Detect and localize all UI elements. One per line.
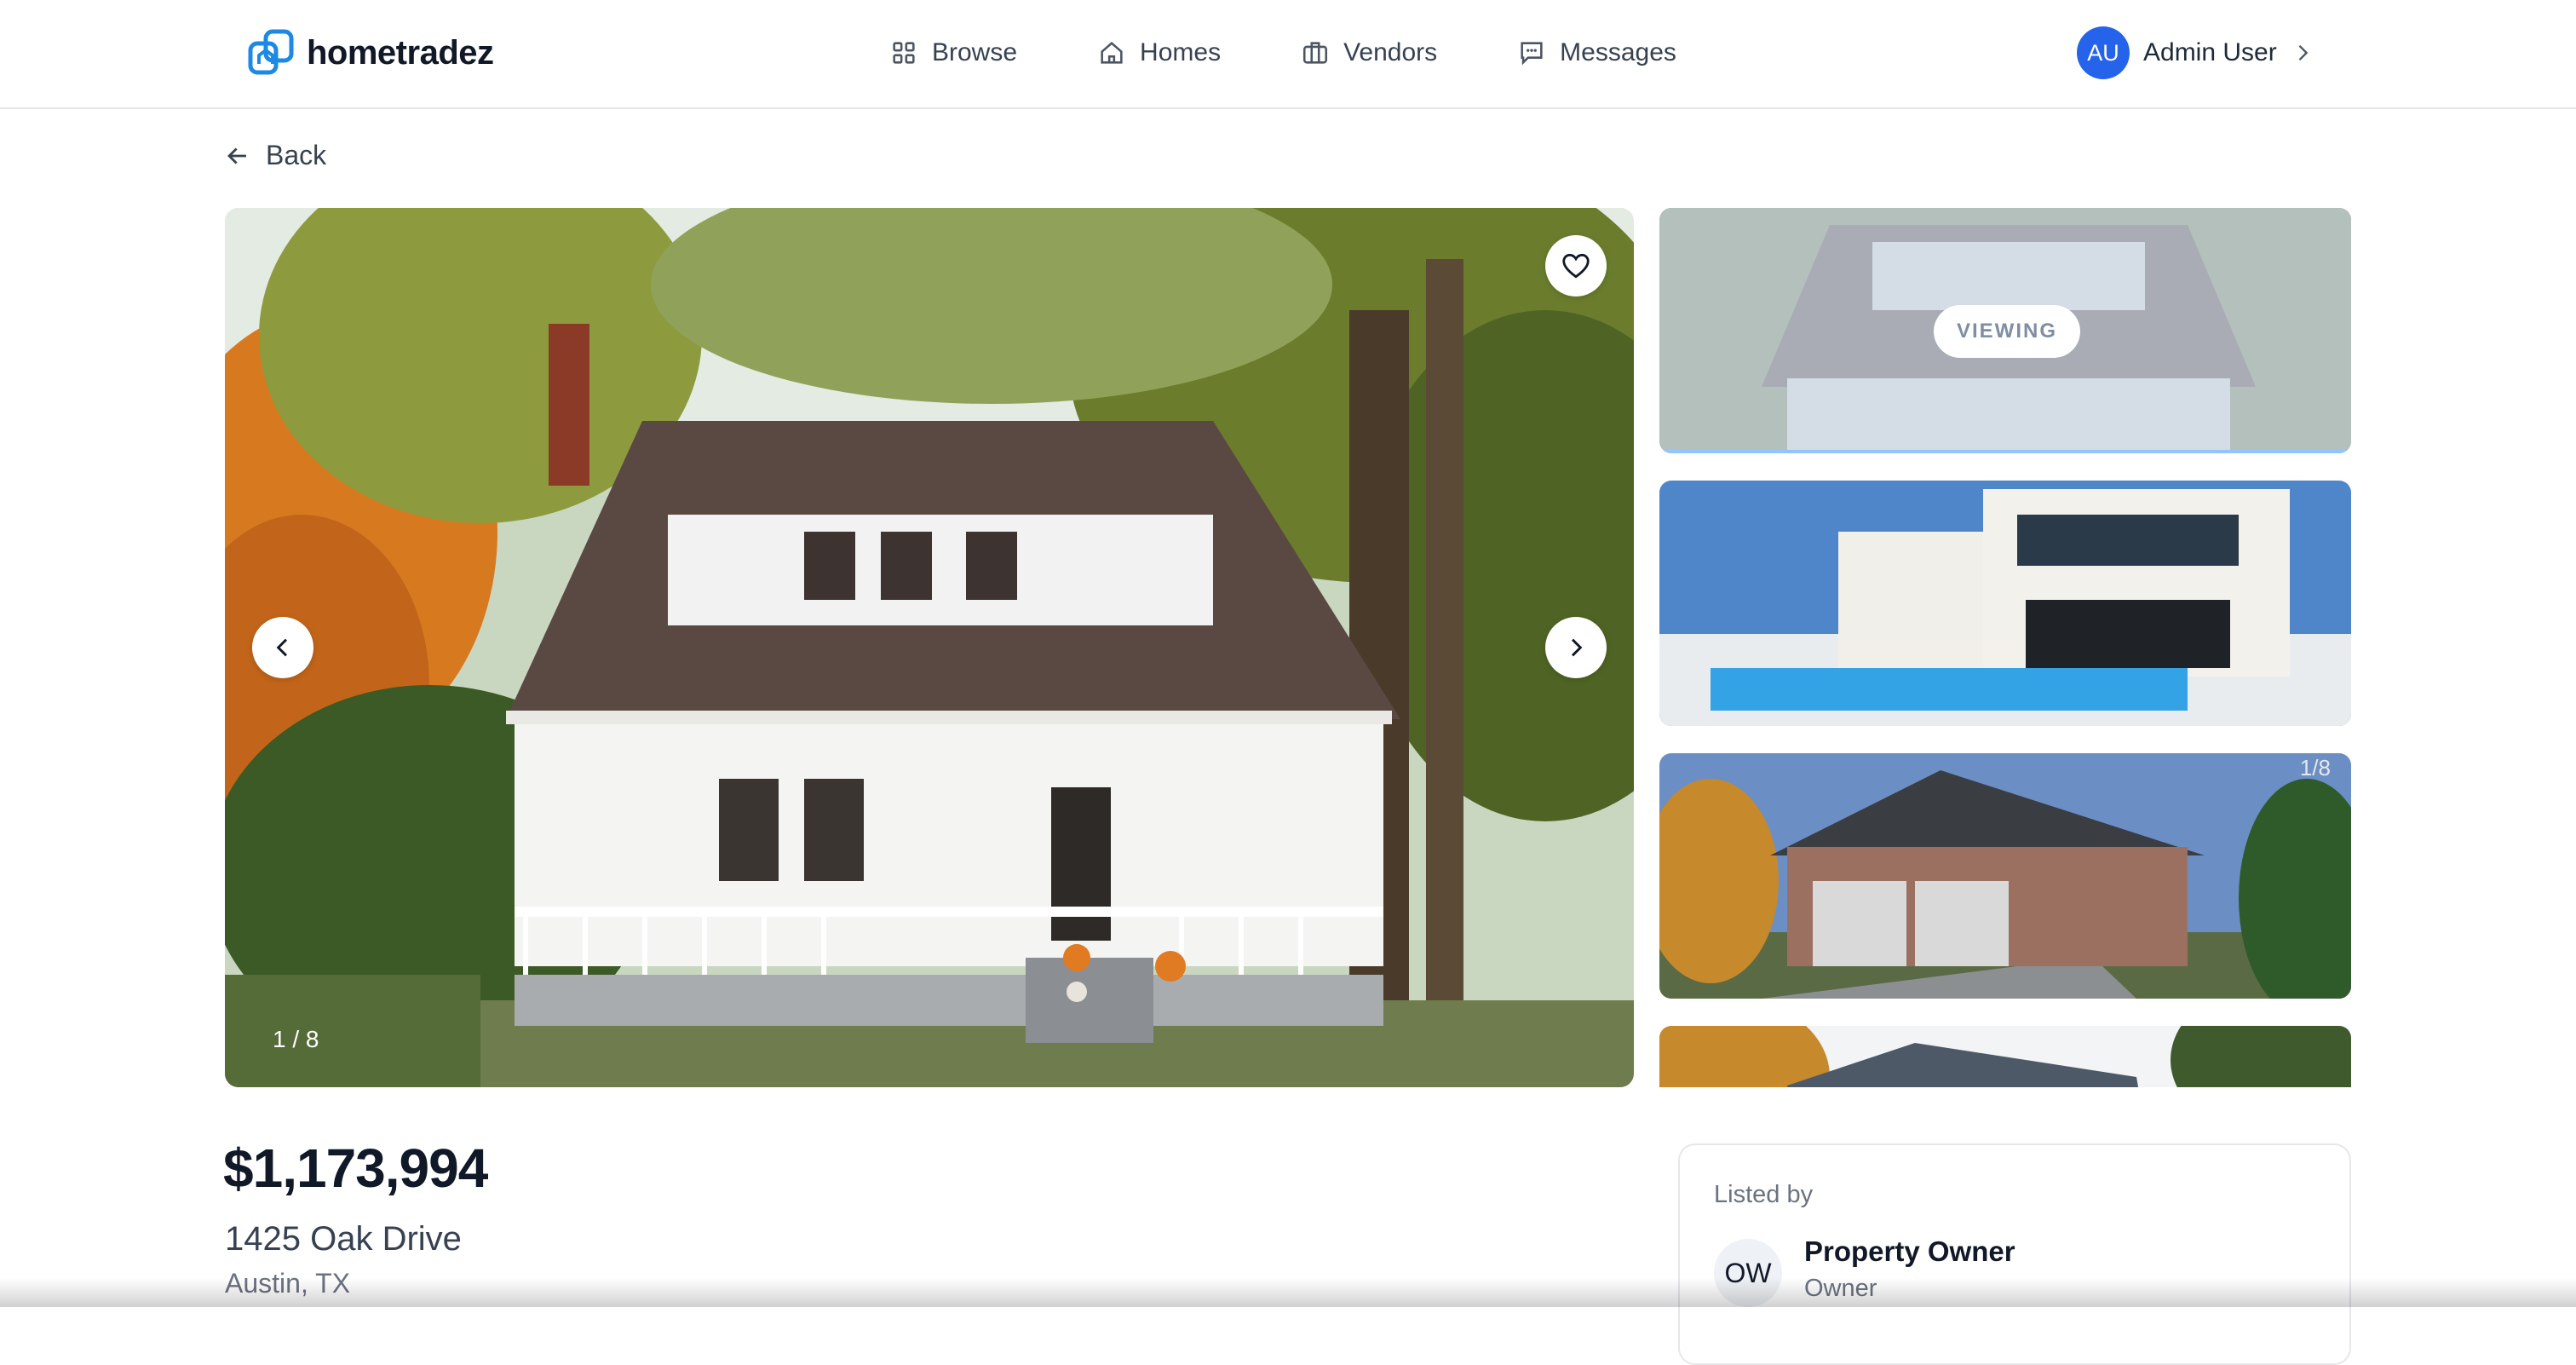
home-icon: [1101, 41, 1123, 64]
nav-messages[interactable]: Messages: [1517, 38, 1676, 67]
nav-vendors[interactable]: Vendors: [1301, 38, 1437, 67]
house-photo: [225, 208, 1634, 1087]
nav-browse[interactable]: Browse: [889, 38, 1017, 67]
nav-vendors-label: Vendors: [1343, 38, 1438, 66]
brand-name: hometradez: [307, 33, 494, 72]
top-navigation-bar: hometradez Browse Homes Vendors Messages…: [0, 0, 2576, 109]
nav-homes[interactable]: Homes: [1097, 38, 1221, 67]
window-bottom-shadow: [0, 1278, 2576, 1307]
nav-browse-label: Browse: [932, 38, 1018, 66]
briefcase-icon: [1303, 42, 1328, 64]
message-icon: [1521, 42, 1543, 66]
listing-address: 1425 Oak Drive: [225, 1220, 462, 1258]
nav-messages-label: Messages: [1560, 38, 1676, 66]
thumbnail-4[interactable]: [1659, 1026, 2351, 1087]
user-menu[interactable]: AU Admin User: [2077, 26, 2314, 79]
viewing-badge: VIEWING: [1934, 305, 2080, 358]
chevron-right-icon: [1571, 638, 1583, 657]
owner-name[interactable]: Property Owner: [1804, 1235, 2015, 1268]
thumbnail-strip: VIEWING 1/8: [1659, 208, 2351, 1087]
thumbnail-image: [1659, 753, 2351, 999]
back-label: Back: [266, 140, 327, 170]
thumbnail-2[interactable]: [1659, 481, 2351, 726]
avatar: AU: [2077, 26, 2130, 79]
chevron-left-icon: [276, 638, 288, 657]
thumbnail-image: [1659, 1026, 2351, 1087]
arrow-left-icon: [227, 147, 246, 164]
thumbnail-3[interactable]: 1/8: [1659, 753, 2351, 999]
listed-by-card: Listed by OW Property Owner Owner: [1678, 1143, 2351, 1365]
next-photo-button[interactable]: [1545, 617, 1607, 678]
main-photo: 1 / 8: [225, 208, 1634, 1087]
user-name: Admin User: [2143, 38, 2277, 66]
nav-homes-label: Homes: [1140, 38, 1222, 66]
favorite-button[interactable]: [1545, 235, 1607, 297]
previous-photo-button[interactable]: [252, 617, 313, 678]
brand-logo[interactable]: hometradez: [245, 26, 494, 80]
listed-by-label: Listed by: [1714, 1181, 1814, 1208]
listing-price: $1,173,994: [223, 1138, 488, 1199]
thumbnail-counter: 1/8: [2299, 755, 2331, 780]
chevron-right-icon: [2298, 45, 2309, 60]
thumbnail-image: [1659, 481, 2351, 726]
main-nav: Browse Homes Vendors Messages: [889, 29, 1676, 77]
logo-icon: [248, 29, 294, 75]
back-button[interactable]: Back: [223, 140, 326, 171]
heart-icon: [1562, 253, 1590, 279]
photo-counter: 1 / 8: [273, 1026, 319, 1052]
grid-icon: [893, 42, 915, 64]
thumbnail-1[interactable]: VIEWING: [1659, 208, 2351, 453]
